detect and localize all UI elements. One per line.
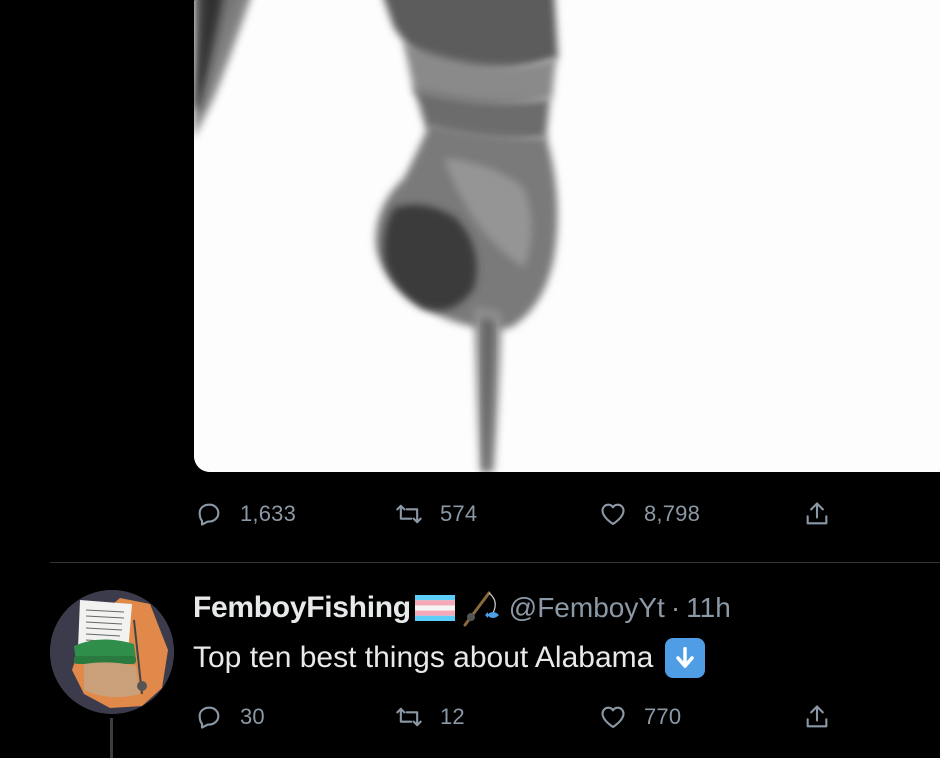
- like-count: 8,798: [644, 501, 701, 526]
- display-name[interactable]: FemboyFishing: [193, 591, 411, 625]
- like-button[interactable]: 8,798: [598, 494, 700, 534]
- tweet-text: Top ten best things about Alabama: [193, 636, 706, 680]
- like-button[interactable]: 770: [598, 697, 681, 737]
- reply-tweet-actions: 30 12 770: [0, 697, 940, 737]
- fishing-rod-icon: [459, 587, 501, 629]
- retweet-icon: [394, 702, 424, 732]
- timestamp[interactable]: 11h: [686, 592, 731, 624]
- like-count: 770: [644, 704, 682, 729]
- reply-button[interactable]: 30: [194, 697, 265, 737]
- share-icon: [802, 499, 832, 529]
- share-icon: [802, 702, 832, 732]
- avatar-image: [50, 590, 174, 714]
- share-button[interactable]: [802, 494, 832, 534]
- tweet-text-content: Top ten best things about Alabama: [193, 641, 654, 674]
- reply-icon: [194, 499, 224, 529]
- user-handle[interactable]: @FemboyYt: [509, 592, 665, 624]
- down-arrow-emoji-icon: [665, 638, 706, 678]
- retweet-count: 12: [440, 704, 465, 729]
- reply-icon: [194, 702, 224, 732]
- retweet-icon: [394, 499, 424, 529]
- pointing-hand-image: [194, 0, 940, 472]
- top-tweet-actions: 1,633 574 8,798: [0, 494, 940, 534]
- separator-dot: ·: [670, 592, 681, 623]
- reply-count: 1,633: [240, 501, 297, 526]
- share-button[interactable]: [802, 697, 832, 737]
- like-icon: [598, 702, 628, 732]
- retweet-button[interactable]: 574: [394, 494, 477, 534]
- reply-button[interactable]: 1,633: [194, 494, 296, 534]
- tweet-media-image[interactable]: [194, 0, 940, 472]
- reply-header: FemboyFishing @FemboyYt · 11h: [193, 588, 731, 628]
- transgender-flag-icon: [414, 595, 455, 621]
- reply-count: 30: [240, 704, 265, 729]
- tweet-divider: [50, 562, 940, 563]
- like-icon: [598, 499, 628, 529]
- retweet-count: 574: [440, 501, 478, 526]
- avatar[interactable]: [50, 590, 174, 714]
- retweet-button[interactable]: 12: [394, 697, 465, 737]
